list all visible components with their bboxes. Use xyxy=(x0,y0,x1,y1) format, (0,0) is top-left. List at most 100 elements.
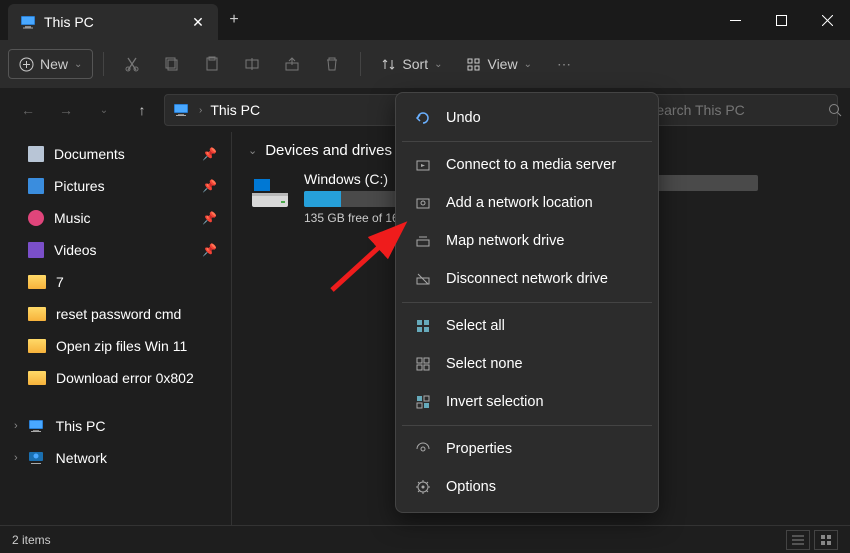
sidebar-item-network[interactable]: › Network xyxy=(0,442,231,474)
sidebar-item-label: Documents xyxy=(54,146,125,162)
sidebar-item-label: Pictures xyxy=(54,178,105,194)
music-icon xyxy=(28,210,44,226)
share-button[interactable] xyxy=(274,46,310,82)
nav-back-button[interactable]: ← xyxy=(12,94,44,126)
sort-button[interactable]: Sort ⌄ xyxy=(371,50,452,78)
pin-icon: 📌 xyxy=(202,179,217,193)
folder-icon xyxy=(28,371,46,385)
sidebar-item-download-error-0x802[interactable]: Download error 0x802 xyxy=(0,362,231,394)
search-input[interactable] xyxy=(647,102,828,118)
nav-recent-button[interactable]: ⌄ xyxy=(88,94,120,126)
props-icon xyxy=(414,440,432,458)
chevron-right-icon: › xyxy=(14,452,18,464)
search-box[interactable] xyxy=(638,94,838,126)
search-icon xyxy=(828,103,842,117)
options-icon xyxy=(414,478,432,496)
menu-item-undo[interactable]: Undo xyxy=(402,99,652,137)
sidebar-item-videos[interactable]: Videos📌 xyxy=(0,234,231,266)
sidebar-item-7[interactable]: 7 xyxy=(0,266,231,298)
drive-icon xyxy=(248,171,292,215)
menu-separator xyxy=(402,425,652,426)
sidebar-item-music[interactable]: Music📌 xyxy=(0,202,231,234)
maximize-button[interactable] xyxy=(758,0,804,40)
sidebar-item-documents[interactable]: Documents📌 xyxy=(0,138,231,170)
folder-icon xyxy=(28,307,46,321)
menu-item-connect-to-a-media-server[interactable]: Connect to a media server xyxy=(402,146,652,184)
breadcrumb-location[interactable]: This PC xyxy=(210,102,260,118)
sort-label: Sort xyxy=(402,56,428,72)
pin-icon: 📌 xyxy=(202,211,217,225)
sidebar-item-reset-password-cmd[interactable]: reset password cmd xyxy=(0,298,231,330)
this-pc-icon xyxy=(28,419,46,433)
view-button[interactable]: View ⌄ xyxy=(456,50,541,78)
doc-icon xyxy=(28,146,44,162)
menu-item-label: Options xyxy=(446,479,496,495)
selall-icon xyxy=(414,317,432,335)
sidebar-item-label: Download error 0x802 xyxy=(56,370,194,386)
sidebar-item-this-pc[interactable]: › This PC xyxy=(0,410,231,442)
menu-item-add-a-network-location[interactable]: Add a network location xyxy=(402,184,652,222)
tab-close-button[interactable]: ✕ xyxy=(190,14,206,31)
toolbar: New ⌄ Sort ⌄ View ⌄ ⋯ xyxy=(0,40,850,88)
netloc-icon xyxy=(414,194,432,212)
selnone-icon xyxy=(414,355,432,373)
menu-item-disconnect-network-drive[interactable]: Disconnect network drive xyxy=(402,260,652,298)
menu-separator xyxy=(402,302,652,303)
view-label: View xyxy=(487,56,517,72)
chevron-right-icon: › xyxy=(14,420,18,432)
chevron-down-icon: ⌄ xyxy=(248,144,257,157)
context-menu: Undo Connect to a media server Add a netwo… xyxy=(395,92,659,513)
paste-button[interactable] xyxy=(194,46,230,82)
menu-item-label: Invert selection xyxy=(446,394,544,410)
separator xyxy=(103,52,104,76)
group-title: Devices and drives xyxy=(265,142,392,159)
menu-item-label: Select none xyxy=(446,356,523,372)
menu-item-properties[interactable]: Properties xyxy=(402,430,652,468)
menu-item-label: Undo xyxy=(446,110,481,126)
network-icon xyxy=(28,451,46,465)
pic-icon xyxy=(28,178,44,194)
pin-icon: 📌 xyxy=(202,243,217,257)
more-button[interactable]: ⋯ xyxy=(546,46,582,82)
menu-item-map-network-drive[interactable]: Map network drive xyxy=(402,222,652,260)
invert-icon xyxy=(414,393,432,411)
menu-item-options[interactable]: Options xyxy=(402,468,652,506)
sidebar-item-open-zip-files-win-11[interactable]: Open zip files Win 11 xyxy=(0,330,231,362)
menu-item-select-all[interactable]: Select all xyxy=(402,307,652,345)
new-tab-button[interactable]: + xyxy=(218,11,250,29)
rename-button[interactable] xyxy=(234,46,270,82)
chevron-down-icon: ⌄ xyxy=(524,59,532,70)
new-button[interactable]: New ⌄ xyxy=(8,49,93,79)
status-item-count: 2 items xyxy=(12,533,51,547)
undo-icon xyxy=(414,109,432,127)
menu-item-label: Select all xyxy=(446,318,505,334)
menu-item-invert-selection[interactable]: Invert selection xyxy=(402,383,652,421)
plus-circle-icon xyxy=(19,57,34,72)
breadcrumb-chevron-icon: › xyxy=(199,105,202,116)
cut-button[interactable] xyxy=(114,46,150,82)
this-pc-icon xyxy=(173,103,191,117)
details-view-toggle[interactable] xyxy=(786,530,810,550)
nav-up-button[interactable]: ↑ xyxy=(126,94,158,126)
sidebar-label: Network xyxy=(56,450,107,466)
chevron-down-icon: ⌄ xyxy=(434,59,442,70)
sidebar-item-pictures[interactable]: Pictures 📌 xyxy=(0,170,231,202)
close-window-button[interactable] xyxy=(804,0,850,40)
tab-active[interactable]: This PC ✕ xyxy=(8,4,218,40)
menu-item-select-none[interactable]: Select none xyxy=(402,345,652,383)
nav-forward-button[interactable]: → xyxy=(50,94,82,126)
thumbnails-view-toggle[interactable] xyxy=(814,530,838,550)
separator xyxy=(360,52,361,76)
folder-icon xyxy=(28,339,46,353)
minimize-button[interactable] xyxy=(712,0,758,40)
status-bar: 2 items xyxy=(0,525,850,553)
delete-button[interactable] xyxy=(314,46,350,82)
menu-item-label: Map network drive xyxy=(446,233,564,249)
mapdrive-icon xyxy=(414,232,432,250)
this-pc-icon xyxy=(20,14,36,30)
window-controls xyxy=(712,0,850,40)
copy-button[interactable] xyxy=(154,46,190,82)
menu-item-label: Add a network location xyxy=(446,195,593,211)
title-bar: This PC ✕ + xyxy=(0,0,850,40)
sidebar-item-label: Open zip files Win 11 xyxy=(56,338,187,354)
